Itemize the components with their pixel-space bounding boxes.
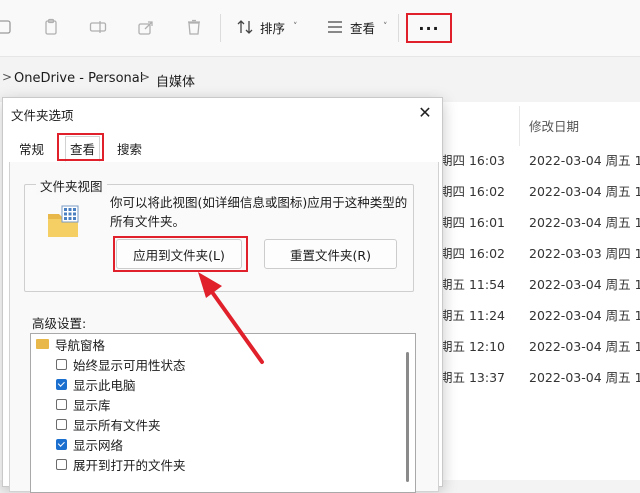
option-show-network[interactable]: 显示网络 — [56, 434, 123, 454]
chevron-down-icon: ˅ — [383, 22, 388, 32]
tree-item-label: 显示所有文件夹 — [73, 417, 161, 433]
row-date-1: 期四 16:01 — [440, 215, 505, 230]
checkbox-checked[interactable] — [56, 438, 67, 450]
checkbox-checked[interactable] — [56, 378, 67, 390]
view-label: 查看 — [350, 20, 376, 36]
option-always-show-availability[interactable]: 始终显示可用性状态 — [56, 354, 186, 374]
reset-folders-button[interactable]: 重置文件夹(R) — [264, 239, 397, 269]
checkbox[interactable] — [56, 458, 67, 470]
sort-button[interactable]: 排序 ˅ — [236, 16, 298, 38]
view-button[interactable]: 查看 ˅ — [326, 16, 388, 38]
option-expand-to-open-folder[interactable]: 展开到打开的文件夹 — [56, 454, 186, 474]
paste-icon[interactable] — [40, 16, 62, 38]
row-date-1: 期五 11:24 — [440, 308, 505, 323]
tree-item-label: 始终显示可用性状态 — [73, 357, 186, 373]
row-date-1: 期四 16:02 — [440, 184, 505, 199]
sort-icon — [237, 20, 253, 34]
option-show-this-pc[interactable]: 显示此电脑 — [56, 374, 136, 394]
folder-view-group-title: 文件夹视图 — [36, 176, 107, 195]
sort-label: 排序 — [260, 20, 286, 36]
breadcrumb-separator: > — [140, 70, 151, 84]
row-date-1: 期五 11:54 — [440, 277, 505, 292]
row-date-1: 期四 16:02 — [440, 246, 505, 261]
row-date-2: 2022-03-04 周五 12 — [529, 277, 640, 292]
tree-item-label: 展开到打开的文件夹 — [73, 457, 186, 473]
rename-icon[interactable] — [87, 16, 109, 38]
row-date-1: 期四 16:03 — [440, 153, 505, 168]
delete-icon[interactable] — [183, 16, 205, 38]
toolbar-divider — [220, 14, 221, 42]
tab-view[interactable]: 查看 — [65, 136, 101, 162]
checkbox[interactable] — [56, 418, 67, 430]
apply-to-folders-button[interactable]: 应用到文件夹(L) — [116, 239, 242, 269]
breadcrumb-current-folder[interactable]: 自媒体 — [156, 71, 195, 90]
folder-icon — [36, 339, 49, 349]
row-date-1: 期五 13:37 — [440, 370, 505, 385]
tab-search[interactable]: 搜索 — [113, 138, 146, 162]
row-date-2: 2022-03-04 周五 12 — [529, 339, 640, 354]
share-icon[interactable] — [135, 16, 157, 38]
option-show-all-folders[interactable]: 显示所有文件夹 — [56, 414, 161, 434]
checkbox[interactable] — [56, 398, 67, 410]
row-date-2: 2022-03-04 周五 11 — [529, 215, 640, 230]
breadcrumb-separator: > — [2, 70, 13, 84]
tree-item-label: 显示此电脑 — [73, 377, 136, 393]
toolbar-divider — [398, 14, 399, 42]
more-options-button[interactable]: ··· — [406, 13, 452, 43]
row-date-2: 2022-03-04 周五 13 — [529, 153, 640, 168]
column-header-modified-date[interactable]: 修改日期 — [529, 116, 579, 135]
row-date-2: 2022-03-03 周四 16 — [529, 246, 640, 261]
option-show-libraries[interactable]: 显示库 — [56, 394, 111, 414]
chevron-down-icon: ˅ — [293, 22, 298, 32]
row-date-2: 2022-03-04 周五 13 — [529, 370, 640, 385]
address-bar: > OneDrive - Personal > 自媒体 — [0, 56, 640, 103]
view-icon — [328, 21, 342, 33]
column-divider — [519, 106, 520, 146]
close-icon[interactable]: ✕ — [414, 102, 436, 124]
tree-node-navigation-pane[interactable]: 导航窗格 — [36, 334, 105, 354]
breadcrumb-onedrive[interactable]: OneDrive - Personal — [14, 71, 143, 86]
command-bar: 排序 ˅ 查看 ˅ ··· — [0, 0, 640, 56]
new-icon[interactable] — [0, 16, 16, 38]
tree-scrollbar[interactable] — [406, 352, 409, 482]
tree-item-label: 显示网络 — [73, 437, 124, 453]
advanced-settings-tree[interactable]: 导航窗格 始终显示可用性状态 显示此电脑 显示库 显示所有文件夹 显示网络 展开… — [30, 333, 416, 493]
row-date-1: 期五 12:10 — [440, 339, 505, 354]
checkbox[interactable] — [56, 358, 67, 370]
tree-item-label: 导航窗格 — [55, 337, 106, 353]
row-date-2: 2022-03-04 周五 10 — [529, 184, 640, 199]
folder-view-icon — [46, 204, 82, 240]
tab-general[interactable]: 常规 — [15, 138, 48, 162]
tab-strip: 常规 查看 搜索 — [9, 136, 439, 163]
tree-item-label: 显示库 — [73, 397, 111, 413]
advanced-settings-label: 高级设置: — [32, 316, 87, 331]
dialog-title: 文件夹选项 — [11, 108, 74, 123]
row-date-2: 2022-03-04 周五 11 — [529, 308, 640, 323]
folder-view-description: 你可以将此视图(如详细信息或图标)应用于这种类型的所有文件夹。 — [110, 195, 408, 229]
more-icon: ··· — [418, 18, 440, 38]
